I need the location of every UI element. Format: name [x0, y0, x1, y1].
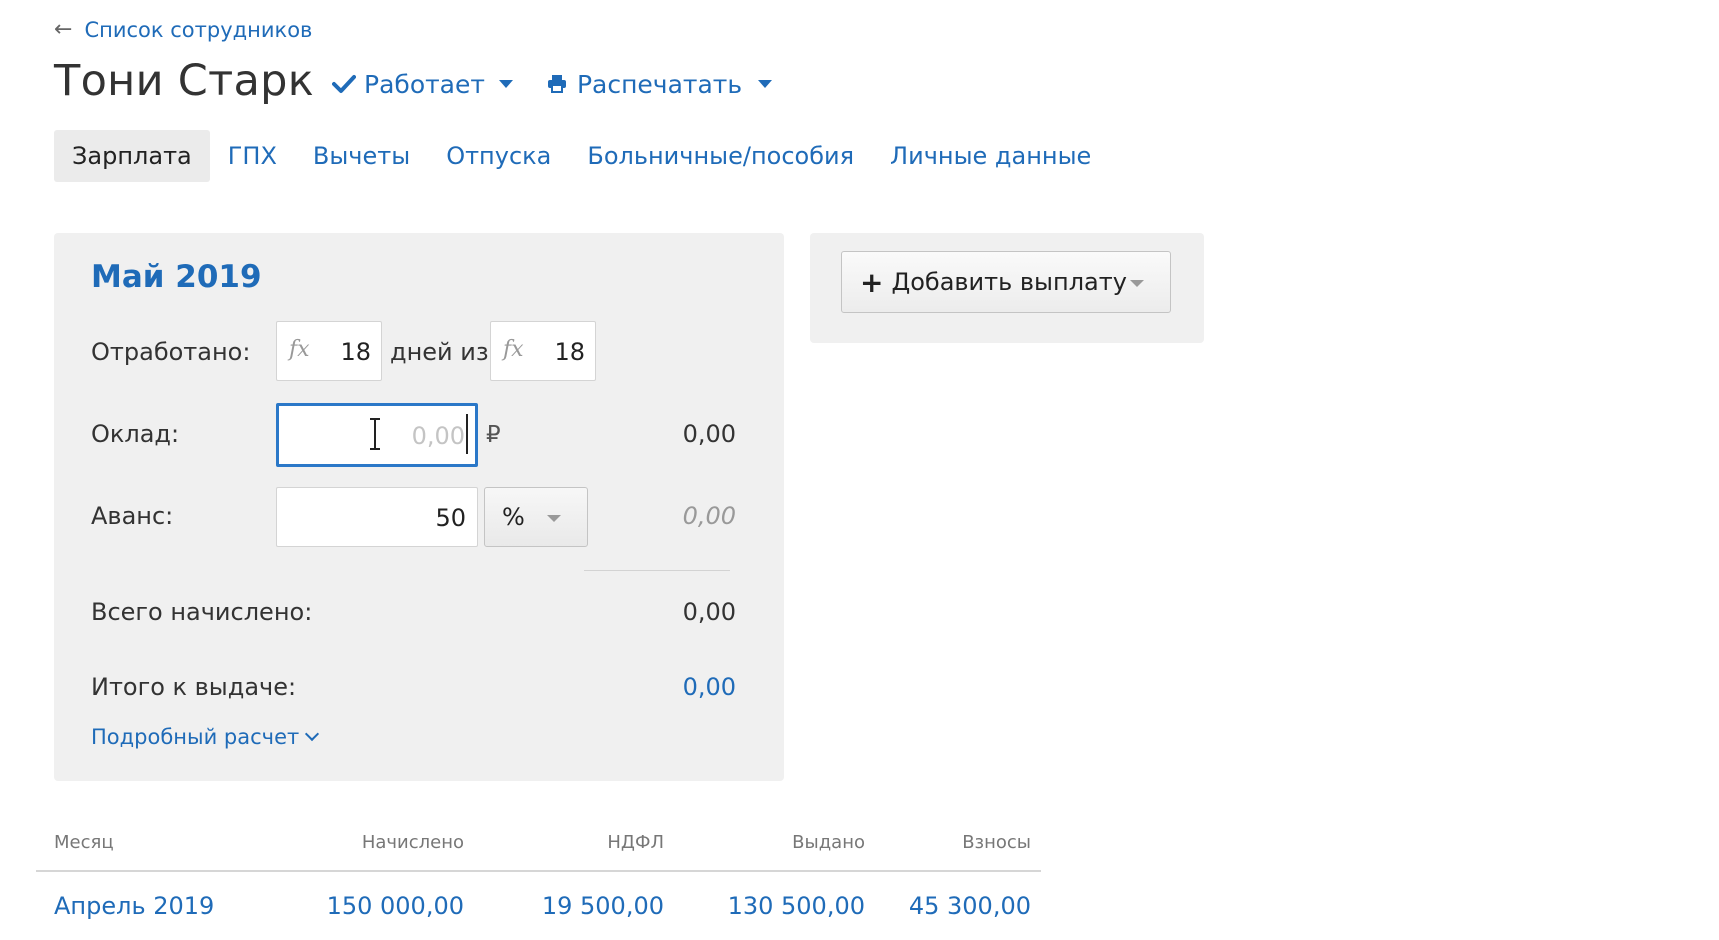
- advance-value: 50: [435, 504, 466, 532]
- back-link-label: Список сотрудников: [84, 17, 313, 42]
- detailed-calculation-label: Подробный расчет: [91, 725, 300, 749]
- tab-salary[interactable]: Зарплата: [54, 130, 210, 182]
- salary-input[interactable]: 0,00: [276, 403, 478, 467]
- payout-label: Итого к выдаче:: [91, 673, 297, 701]
- chevron-down-icon: [1130, 280, 1144, 287]
- tab-deductions[interactable]: Вычеты: [295, 130, 428, 182]
- chevron-down-icon: [547, 515, 561, 522]
- tab-personal-data[interactable]: Личные данные: [872, 130, 1109, 182]
- advance-label: Аванс:: [91, 502, 174, 530]
- employee-page: ← Список сотрудников Тони Старк Работает…: [0, 0, 1719, 940]
- cell-paid: 130 500,00: [727, 892, 865, 920]
- salary-history-table: Месяц Начислено НДФЛ Выдано Взносы Апрел…: [36, 826, 1041, 920]
- column-header-ndfl: НДФЛ: [607, 832, 664, 853]
- tabs: Зарплата ГПХ Вычеты Отпуска Больничные/п…: [54, 130, 1109, 182]
- text-cursor-icon: [370, 418, 380, 450]
- table-header: Месяц Начислено НДФЛ Выдано Взносы: [36, 826, 1041, 872]
- back-link[interactable]: ← Список сотрудников: [54, 17, 312, 42]
- salary-placeholder: 0,00: [411, 422, 465, 450]
- add-payment-label: Добавить выплату: [891, 268, 1127, 296]
- printer-icon: [547, 75, 566, 93]
- cell-contributions: 45 300,00: [908, 892, 1031, 920]
- advance-amount: 0,00: [682, 502, 736, 530]
- caret-line: [466, 414, 468, 454]
- advance-unit-value: %: [502, 503, 525, 531]
- advance-input[interactable]: 50: [276, 487, 478, 547]
- column-header-paid: Выдано: [792, 832, 865, 853]
- worked-days-field[interactable]: fx 18: [276, 321, 382, 381]
- worked-days-value: 18: [340, 338, 371, 366]
- print-dropdown[interactable]: Распечатать: [547, 69, 773, 99]
- left-arrow-icon: ←: [54, 17, 73, 42]
- chevron-down-icon: [305, 726, 320, 742]
- check-icon: [332, 75, 356, 93]
- column-header-month: Месяц: [54, 832, 114, 853]
- title-row: Тони Старк Работает Распечатать: [54, 56, 773, 106]
- salary-amount: 0,00: [682, 420, 736, 448]
- payout-amount[interactable]: 0,00: [683, 673, 736, 701]
- tab-vacations[interactable]: Отпуска: [428, 130, 569, 182]
- total-days-value: 18: [554, 338, 585, 366]
- plus-icon: +: [860, 265, 884, 299]
- divider: [584, 570, 730, 571]
- page-title: Тони Старк: [54, 56, 314, 106]
- cell-ndfl: 19 500,00: [541, 892, 664, 920]
- tab-sick-leave[interactable]: Больничные/пособия: [569, 130, 872, 182]
- column-header-accrued: Начислено: [361, 832, 464, 853]
- salary-label: Оклад:: [91, 420, 180, 448]
- accrued-amount: 0,00: [682, 598, 736, 626]
- worked-label: Отработано:: [91, 338, 251, 366]
- advance-unit-select[interactable]: %: [484, 487, 588, 547]
- chevron-down-icon: [498, 80, 513, 88]
- period-title: Май 2019: [91, 259, 262, 295]
- cell-month[interactable]: Апрель 2019: [54, 892, 214, 920]
- add-payment-button[interactable]: + Добавить выплату: [841, 251, 1171, 313]
- total-days-field[interactable]: fx 18: [490, 321, 596, 381]
- employment-status-dropdown[interactable]: Работает: [332, 70, 513, 99]
- table-row[interactable]: Апрель 2019 150 000,00 19 500,00 130 500…: [36, 872, 1041, 920]
- days-of-label: дней из: [390, 338, 489, 366]
- detailed-calculation-link[interactable]: Подробный расчет: [91, 725, 320, 749]
- payments-panel: + Добавить выплату: [810, 233, 1204, 343]
- status-label: Работает: [364, 69, 485, 99]
- cell-accrued: 150 000,00: [326, 892, 464, 920]
- fx-icon: fx: [503, 337, 524, 362]
- chevron-down-icon: [758, 80, 773, 88]
- column-header-contributions: Взносы: [962, 832, 1031, 853]
- print-label: Распечатать: [576, 69, 743, 99]
- fx-icon: fx: [289, 337, 310, 362]
- currency-symbol: ₽: [486, 422, 501, 448]
- salary-card: Май 2019 Отработано: fx 18 дней из fx 18…: [54, 233, 784, 781]
- tab-gph[interactable]: ГПХ: [210, 130, 295, 182]
- accrued-label: Всего начислено:: [91, 598, 313, 626]
